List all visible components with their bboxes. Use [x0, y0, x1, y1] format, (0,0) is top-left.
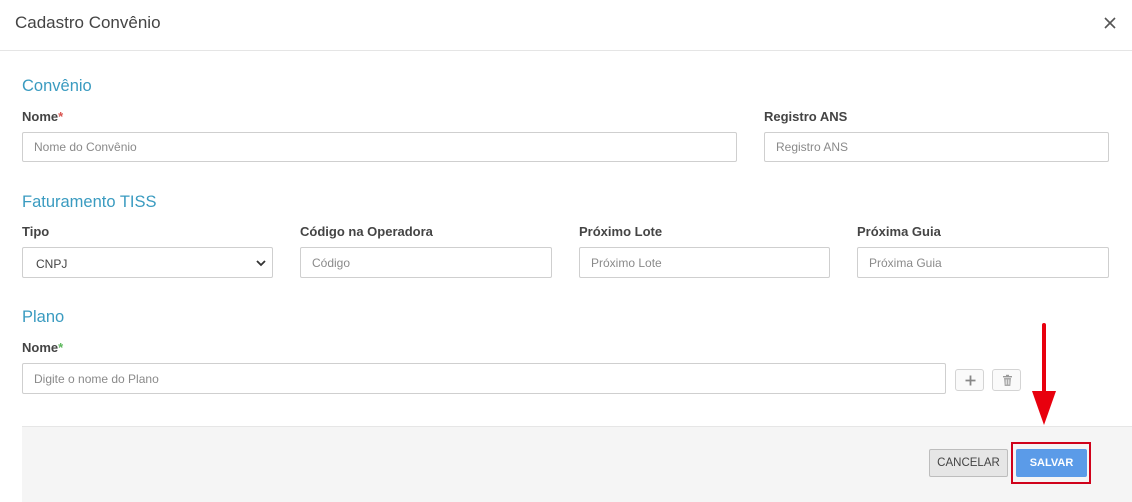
save-highlight-box: [1011, 442, 1091, 484]
proximo-lote-label: Próximo Lote: [579, 224, 663, 239]
proximo-lote-input[interactable]: [579, 247, 830, 278]
trash-icon: [1003, 374, 1012, 386]
nome-convenio-input[interactable]: [22, 132, 737, 162]
nome-plano-input[interactable]: [22, 363, 946, 394]
registro-ans-input[interactable]: [764, 132, 1109, 162]
close-icon[interactable]: [1101, 14, 1119, 32]
required-mark: *: [58, 109, 64, 124]
nome-plano-label: Nome*: [22, 340, 64, 355]
required-mark: *: [58, 340, 64, 355]
section-title-convenio: Convênio: [22, 77, 92, 95]
section-title-plano: Plano: [22, 308, 65, 326]
plus-icon: [965, 375, 976, 386]
tipo-select-value: CNPJ: [36, 257, 68, 271]
modal-title: Cadastro Convênio: [15, 13, 161, 32]
codigo-operadora-label: Código na Operadora: [300, 224, 433, 239]
section-title-faturamento: Faturamento TISS: [22, 193, 157, 211]
proxima-guia-input[interactable]: [857, 247, 1109, 278]
proxima-guia-label: Próxima Guia: [857, 224, 941, 239]
registro-ans-label: Registro ANS: [764, 109, 848, 124]
arrow-down-icon: [1032, 323, 1056, 425]
codigo-operadora-input[interactable]: [300, 247, 552, 278]
cancel-button[interactable]: CANCELAR: [929, 449, 1008, 477]
tipo-select[interactable]: CNPJ: [22, 247, 273, 278]
modal-header: Cadastro Convênio: [0, 0, 1132, 51]
tipo-label: Tipo: [22, 224, 50, 239]
chevron-down-icon: [256, 260, 266, 267]
delete-plano-button[interactable]: [992, 369, 1021, 391]
add-plano-button[interactable]: [955, 369, 984, 391]
nome-convenio-label: Nome*: [22, 109, 64, 124]
